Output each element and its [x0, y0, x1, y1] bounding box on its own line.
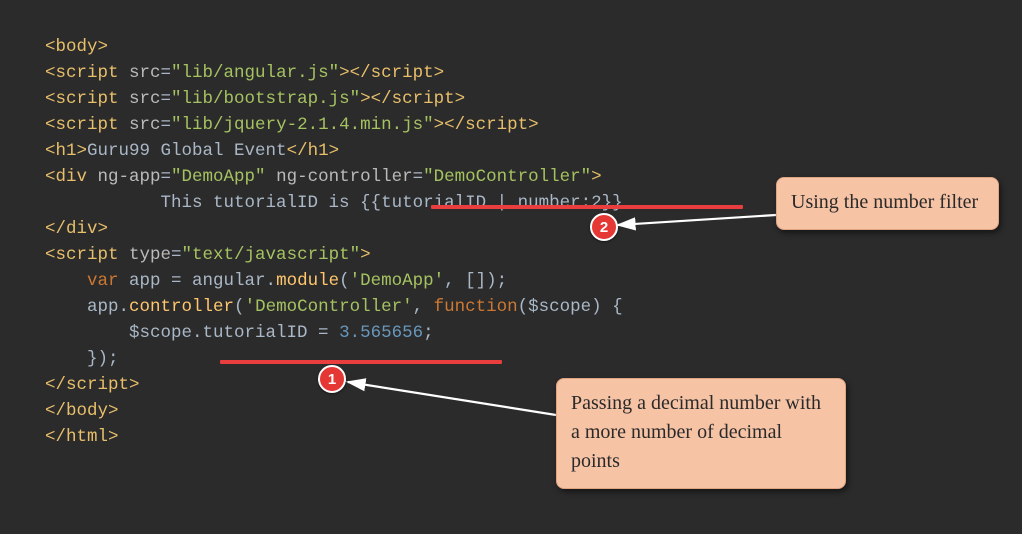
underline-expression	[431, 205, 743, 209]
line-13: });	[45, 349, 119, 369]
line-2: <script src="lib/angular.js"></script>	[45, 63, 444, 83]
line-15: </body>	[45, 401, 119, 421]
callout-number-filter: Using the number filter	[776, 177, 999, 230]
line-6: <div ng-app="DemoApp" ng-controller="Dem…	[45, 167, 602, 187]
line-14: </script>	[45, 375, 140, 395]
line-12: $scope.tutorialID = 3.565656;	[45, 323, 434, 343]
line-16: </html>	[45, 427, 119, 447]
callout-decimal-number: Passing a decimal number with a more num…	[556, 378, 846, 489]
line-8: </div>	[45, 219, 108, 239]
line-3: <script src="lib/bootstrap.js"></script>	[45, 89, 465, 109]
underline-assignment	[220, 360, 502, 364]
line-10: var app = angular.module('DemoApp', []);	[45, 271, 507, 291]
line-7: This tutorialID is {{tutorialID | number…	[45, 193, 623, 213]
line-9: <script type="text/javascript">	[45, 245, 371, 265]
badge-2: 2	[590, 213, 618, 241]
line-11: app.controller('DemoController', functio…	[45, 297, 623, 317]
line-4: <script src="lib/jquery-2.1.4.min.js"></…	[45, 115, 539, 135]
line-5: <h1>Guru99 Global Event</h1>	[45, 141, 339, 161]
line-1: <body>	[45, 37, 108, 57]
badge-1: 1	[318, 365, 346, 393]
